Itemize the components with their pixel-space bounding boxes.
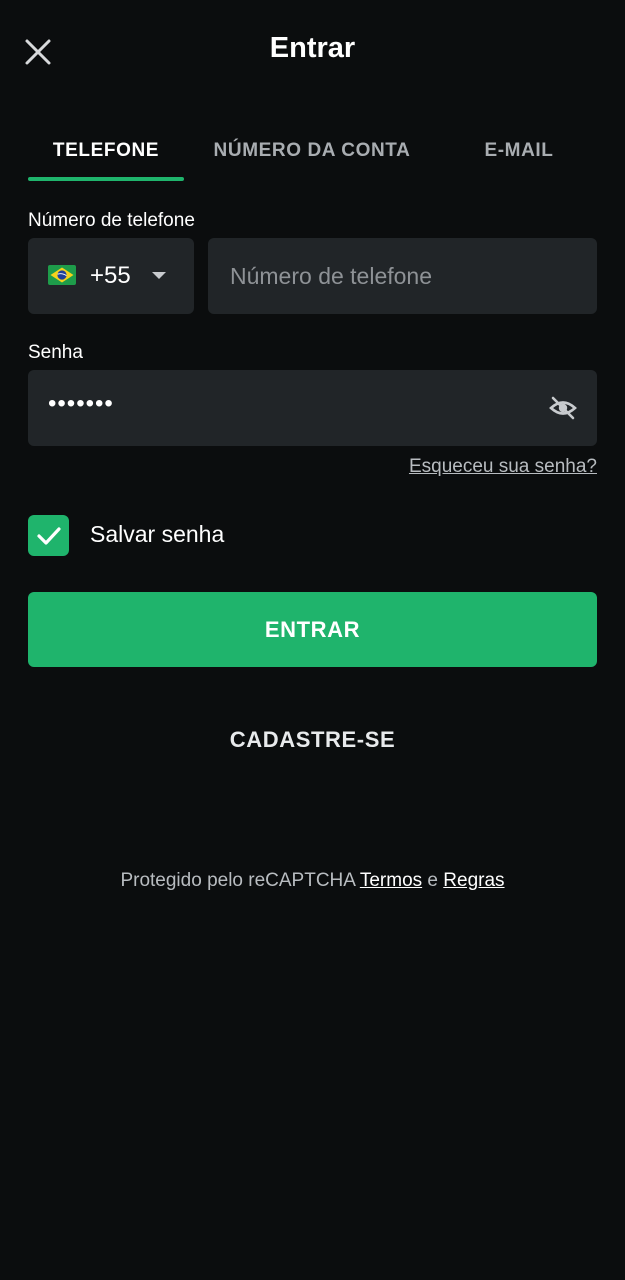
phone-number-input[interactable] bbox=[208, 238, 597, 314]
recaptcha-text: Protegido pelo reCAPTCHA bbox=[120, 870, 355, 891]
login-method-tabs: TELEFONE NÚMERO DA CONTA E-MAIL bbox=[0, 122, 625, 182]
password-value: ••••••• bbox=[48, 390, 114, 417]
checkmark-icon bbox=[36, 526, 61, 545]
tab-numero-da-conta[interactable]: NÚMERO DA CONTA bbox=[196, 122, 428, 180]
save-password-checkbox[interactable] bbox=[28, 515, 69, 556]
terms-link[interactable]: Termos bbox=[360, 870, 422, 891]
tab-email[interactable]: E-MAIL bbox=[440, 122, 598, 180]
password-field[interactable]: ••••••• bbox=[28, 370, 597, 446]
login-screen: Entrar TELEFONE NÚMERO DA CONTA E-MAIL N… bbox=[0, 0, 625, 1280]
chevron-down-icon bbox=[152, 272, 166, 279]
register-button[interactable]: CADASTRE-SE bbox=[28, 712, 597, 768]
forgot-password-link[interactable]: Esqueceu sua senha? bbox=[409, 456, 597, 478]
phone-label: Número de telefone bbox=[28, 210, 195, 231]
footer-joiner: e bbox=[427, 870, 438, 891]
save-password-label[interactable]: Salvar senha bbox=[90, 521, 224, 548]
page-title: Entrar bbox=[269, 32, 356, 64]
country-code: +55 bbox=[90, 262, 131, 289]
recaptcha-notice: Protegido pelo reCAPTCHA Termos e Regras bbox=[0, 870, 625, 892]
brazil-flag-icon bbox=[48, 265, 76, 285]
tab-telefone[interactable]: TELEFONE bbox=[28, 122, 184, 180]
login-button[interactable]: ENTRAR bbox=[28, 592, 597, 667]
country-code-select[interactable]: +55 bbox=[28, 238, 194, 314]
active-tab-indicator bbox=[28, 177, 184, 181]
password-label: Senha bbox=[28, 342, 83, 363]
rules-link[interactable]: Regras bbox=[443, 870, 504, 891]
eye-off-icon[interactable] bbox=[549, 394, 577, 422]
